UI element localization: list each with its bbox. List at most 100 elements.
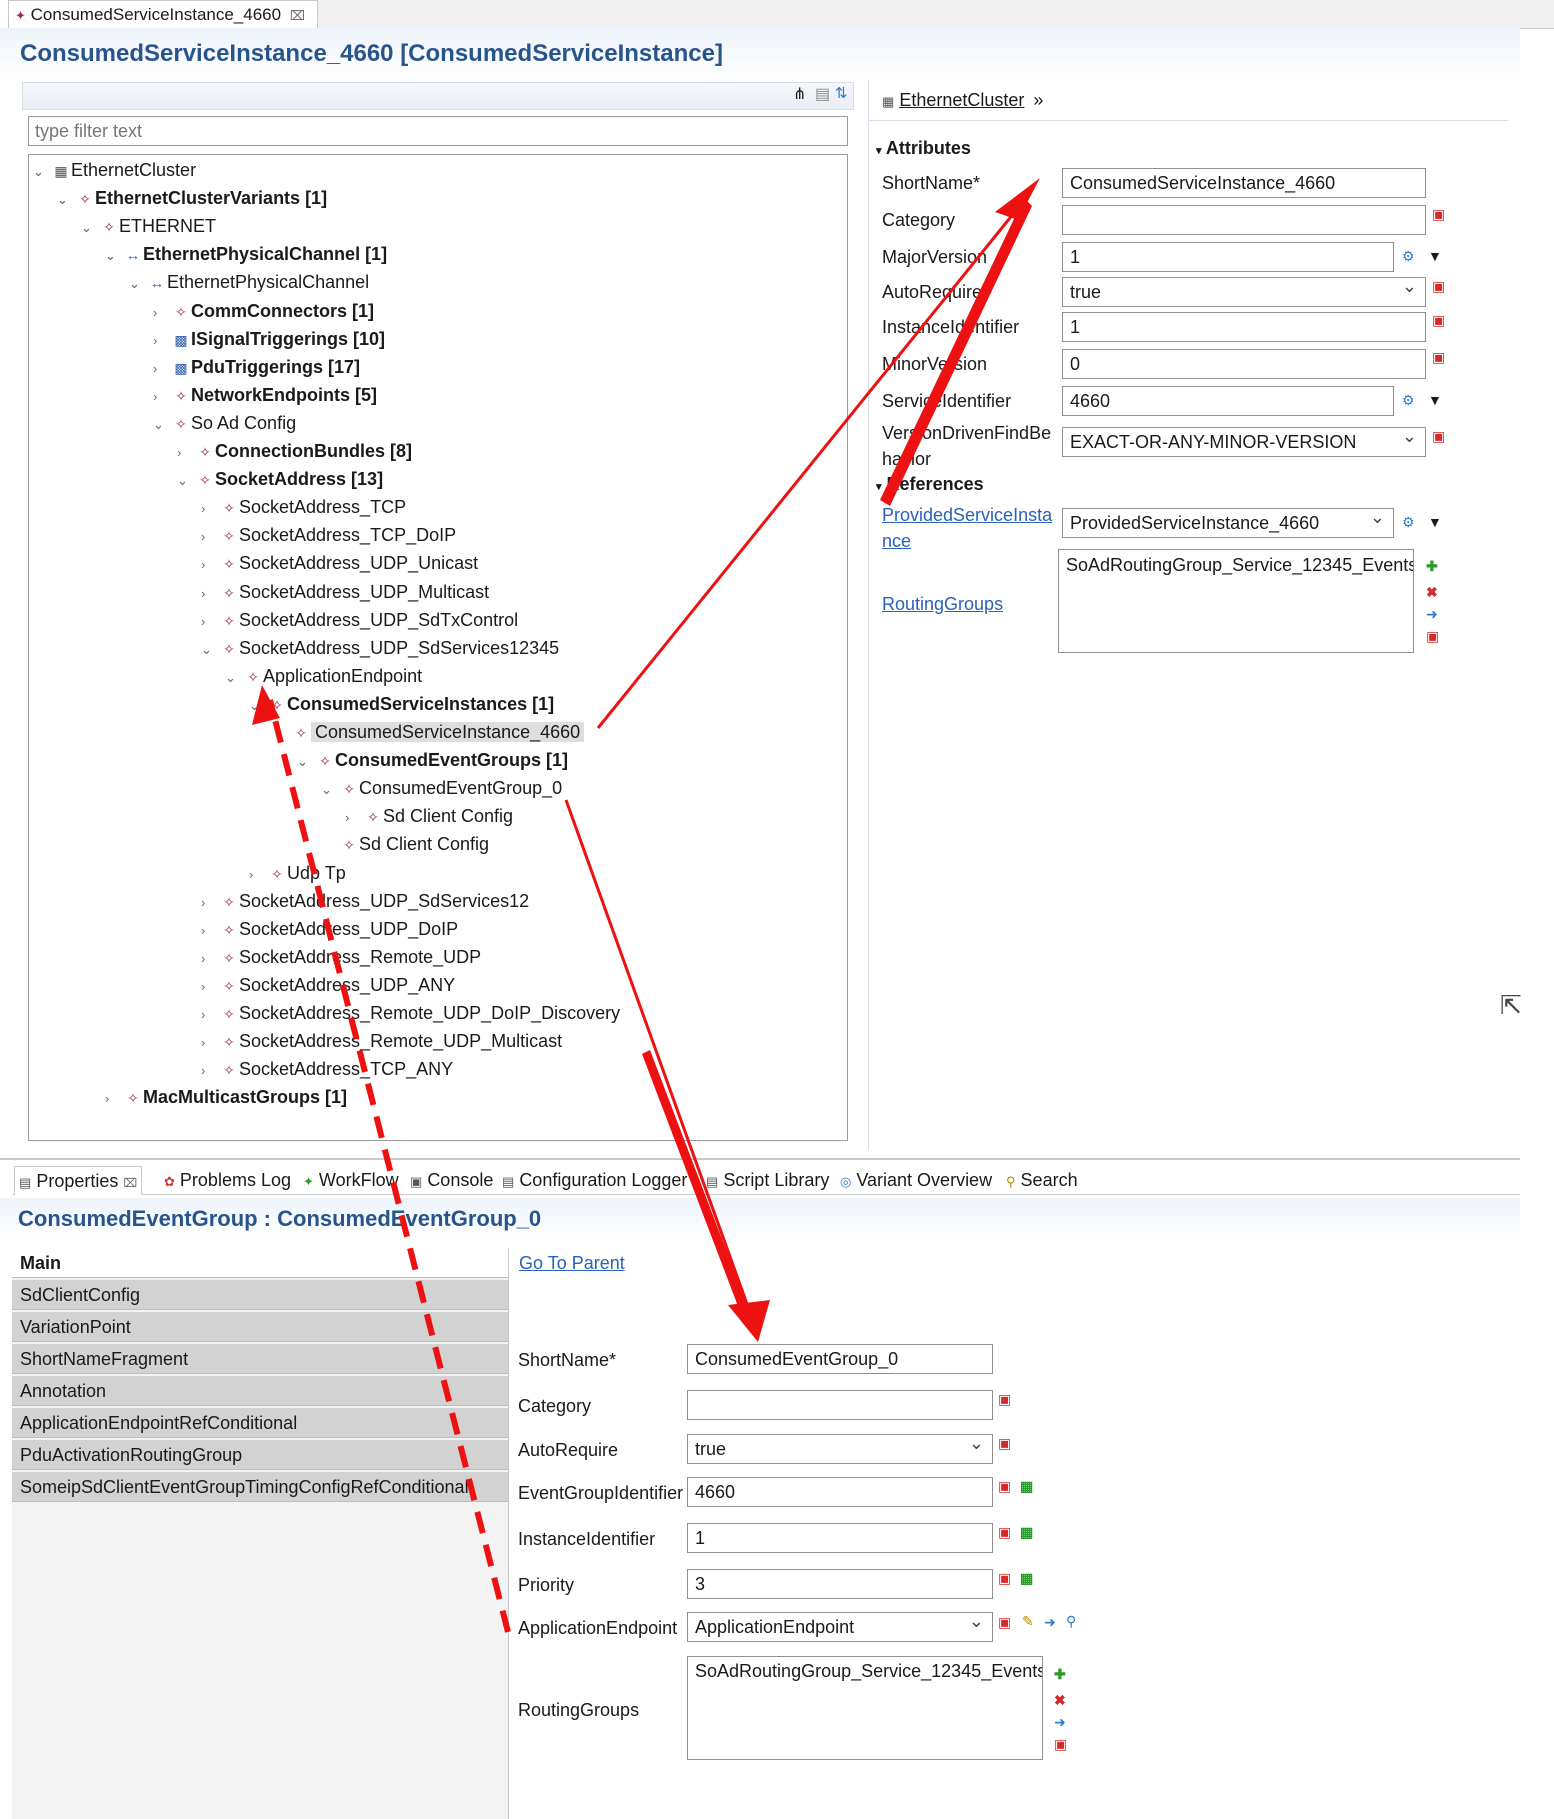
nav-someip-timing-config[interactable]: SomeipSdClientEventGroupTimingConfigRefC… [12,1472,508,1502]
tree-node[interactable]: › ✧ SocketAddress_UDP_Multicast [201,579,489,605]
tree-node[interactable]: ⌄ ✧ SocketAddress [13] [177,466,383,492]
attributes-heading[interactable]: ▾ Attributes [876,138,971,159]
tab-problems-log[interactable]: ✿ Problems Log [160,1166,295,1194]
tree-node[interactable]: › ✧ SocketAddress_TCP [201,494,406,520]
number-format-icon[interactable]: ▦ [1020,1478,1033,1495]
event-instance-identifier-field[interactable]: 1 [687,1523,993,1553]
add-icon[interactable]: ✚ [1054,1666,1066,1683]
tree-node[interactable]: ⌄ ✧ So Ad Config [153,410,296,436]
nav-pdu-activation-routing-group[interactable]: PduActivationRoutingGroup [12,1440,508,1470]
nav-sdclientconfig[interactable]: SdClientConfig [12,1280,508,1310]
unset-icon[interactable]: ▣ [998,1614,1011,1631]
minor-version-field[interactable]: 0 [1062,349,1426,379]
tree-node[interactable]: › ▩ PduTriggerings [17] [153,354,360,380]
unset-icon[interactable]: ▣ [1432,349,1445,366]
shortname-field[interactable]: ConsumedServiceInstance_4660 [1062,168,1426,198]
event-routing-groups-list[interactable]: SoAdRoutingGroup_Service_12345_Events [687,1656,1043,1760]
sort-icon[interactable]: ⇅ [835,84,848,102]
unset-icon[interactable]: ▣ [998,1524,1011,1541]
tab-configuration-logger[interactable]: ▤ Configuration Logger [498,1166,691,1194]
tree-node[interactable]: ⌄ ✧ ConsumedServiceInstances [1] [249,691,554,717]
chevron-right-icon[interactable]: › [201,946,219,972]
tree-node[interactable]: › ✧ SocketAddress_UDP_ANY [201,972,455,998]
tree-node[interactable]: › ✧ SocketAddress_UDP_SdServices12 [201,888,529,914]
event-application-endpoint-select[interactable]: ApplicationEndpoint [687,1612,993,1642]
tree-node[interactable]: › ✧ SocketAddress_Remote_UDP_Multicast [201,1028,562,1054]
remove-icon[interactable]: ✖ [1054,1692,1066,1709]
tree-node[interactable]: › ✧ SocketAddress_TCP_DoIP [201,522,456,548]
tree-node[interactable]: ⌄ ✧ ConsumedEventGroup_0 [321,775,562,801]
navigate-icon[interactable]: ➜ [1054,1714,1066,1731]
tab-search[interactable]: ⚲ Search [1002,1166,1082,1194]
tree-node[interactable]: › ✧ SocketAddress_Remote_UDP_DoIP_Discover… [201,1000,620,1026]
chevron-right-icon[interactable]: › [201,1002,219,1028]
routing-groups-link[interactable]: RoutingGroups [882,594,1003,615]
unset-icon[interactable]: ▣ [1432,312,1445,329]
number-format-icon[interactable]: ▦ [1020,1570,1033,1587]
chevron-right-icon[interactable]: › [345,805,363,831]
unset-icon[interactable]: ▣ [1432,428,1445,445]
chevron-right-icon[interactable]: › [201,496,219,522]
chevron-down-icon[interactable]: ⌄ [129,271,147,297]
tree-node[interactable]: › ✧ Sd Client Config [345,803,513,829]
chevron-right-icon[interactable]: › [201,552,219,578]
tree-node[interactable]: › ✧ SocketAddress_Remote_UDP [201,944,481,970]
service-identifier-field[interactable]: 4660 [1062,386,1394,416]
tab-script-library[interactable]: ▤ Script Library [702,1166,833,1194]
chevron-right-icon[interactable]: › [201,1030,219,1056]
chevron-right-icon[interactable]: › [153,328,171,354]
nav-main[interactable]: Main [12,1248,508,1278]
edit-pencil-icon[interactable]: ✎ [1022,1613,1034,1630]
navigate-icon[interactable]: ➜ [1426,606,1438,623]
tree-node[interactable]: ⌄ ✧ ConsumedEventGroups [1] [297,747,568,773]
close-icon[interactable]: ⌧ [290,8,305,23]
tab-console[interactable]: ▣ Console [406,1166,497,1194]
chevron-right-icon[interactable]: › [153,300,171,326]
auto-require-select[interactable]: true [1062,277,1426,307]
zoom-icon[interactable]: ⚲ [1066,1613,1076,1630]
tree-filter-input[interactable]: type filter text [28,116,848,146]
tree-node[interactable]: › ✧ SocketAddress_UDP_Unicast [201,550,478,576]
tree-node[interactable]: ⌄ ✧ ConsumedServiceInstance_4660 [273,719,585,747]
provided-service-link[interactable]: ProvidedServiceInsta nce [882,502,1052,554]
chevron-down-icon[interactable]: ⌄ [81,215,99,241]
chevron-right-icon[interactable]: › [201,1058,219,1084]
event-group-identifier-field[interactable]: 4660 [687,1477,993,1507]
major-version-field[interactable]: 1 [1062,242,1394,272]
chevron-down-icon[interactable]: ⌄ [249,693,267,719]
chevron-down-icon[interactable]: ⌄ [177,468,195,494]
tab-properties[interactable]: ▤ Properties ⌧ [14,1166,143,1195]
chevron-down-icon[interactable]: ⌄ [273,721,291,747]
chevron-right-icon[interactable]: › [153,384,171,410]
variant-icon[interactable]: ⚙ [1402,514,1415,531]
chevron-down-icon[interactable]: ⌄ [153,412,171,438]
routing-groups-list[interactable]: SoAdRoutingGroup_Service_12345_Events [1058,549,1414,653]
chevron-down-icon[interactable]: ⌄ [297,749,315,775]
tree-node[interactable]: ⌄ ✧ SocketAddress_UDP_SdServices12345 [201,635,559,661]
tree-node[interactable]: ✧ Sd Client Config [321,831,489,857]
tree-node[interactable]: ⌄ ✧ EthernetClusterVariants [1] [57,185,327,211]
nav-shortnamefragment[interactable]: ShortNameFragment [12,1344,508,1374]
variant-icon[interactable]: ⚙ [1402,248,1415,265]
unset-icon[interactable]: ▣ [998,1391,1011,1408]
tree-node[interactable]: ⌄ ↔ EthernetPhysicalChannel [1] [105,241,387,267]
nav-variationpoint[interactable]: VariationPoint [12,1312,508,1342]
collapse-triangle-icon[interactable]: ▾ [876,145,882,157]
tree-node[interactable]: › ✧ ConnectionBundles [8] [177,438,412,464]
event-shortname-field[interactable]: ConsumedEventGroup_0 [687,1344,993,1374]
collapse-icon[interactable]: ▤ [815,84,830,104]
chevron-right-icon[interactable]: › [201,609,219,635]
tab-variant-overview[interactable]: ◎ Variant Overview [836,1166,996,1194]
unset-icon[interactable]: ▣ [1432,278,1445,295]
chevron-right-icon[interactable]: » [1033,90,1043,110]
tree-node[interactable]: ⌄ ↔ EthernetPhysicalChannel [129,269,369,295]
chevron-right-icon[interactable]: › [177,440,195,466]
unset-icon[interactable]: ▣ [998,1570,1011,1587]
chevron-right-icon[interactable]: › [201,918,219,944]
chevron-down-icon[interactable]: ⌄ [105,243,123,269]
add-icon[interactable]: ✚ [1426,558,1438,575]
tree-node[interactable]: › ✧ Udp Tp [249,860,346,886]
category-field[interactable] [1062,205,1426,235]
unset-icon[interactable]: ▣ [1426,628,1439,645]
version-driven-select[interactable]: EXACT-OR-ANY-MINOR-VERSION [1062,427,1426,457]
